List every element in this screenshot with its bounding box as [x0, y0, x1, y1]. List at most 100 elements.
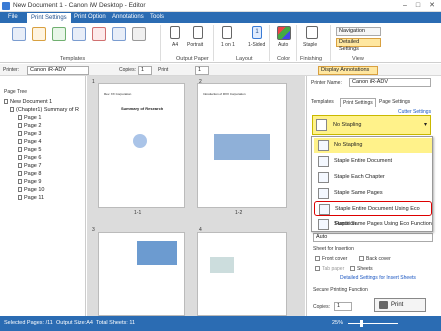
- tree-item-page[interactable]: Page 5: [18, 146, 41, 154]
- copies-input-panel[interactable]: 1: [334, 302, 352, 311]
- template-icon[interactable]: [32, 27, 46, 41]
- printer-name-select[interactable]: Canon iR-ADV: [349, 78, 431, 87]
- tree-item-page[interactable]: Page 1: [18, 114, 41, 122]
- tab-page-settings[interactable]: Page Settings: [379, 99, 410, 105]
- template-icon[interactable]: [92, 27, 106, 41]
- divider: [213, 25, 214, 61]
- menu-item-no-stapling[interactable]: No Stapling: [314, 138, 432, 153]
- print-button[interactable]: Print: [374, 298, 426, 312]
- divider: [269, 25, 270, 61]
- back-cover-checkbox[interactable]: Back cover: [359, 256, 391, 262]
- printer-label: Printer:: [3, 67, 20, 73]
- tree-item-page[interactable]: Page 4: [18, 138, 41, 146]
- page-thumbnail[interactable]: [197, 232, 287, 316]
- tree-item-label: (Chapter1) Summary of R: [16, 107, 79, 113]
- minimize-button[interactable]: –: [400, 1, 410, 10]
- maximize-button[interactable]: □: [413, 1, 423, 10]
- auto-select[interactable]: Auto: [313, 233, 433, 242]
- output-size-status: Output Size:A4: [56, 320, 93, 326]
- chapter-number: 1: [92, 79, 95, 85]
- paper-size-icon[interactable]: [170, 26, 180, 39]
- total-sheets-status: Total Sheets: 11: [96, 320, 136, 326]
- page-icon: [18, 171, 22, 177]
- tree-item-chapter[interactable]: (Chapter1) Summary of R: [10, 106, 79, 114]
- print-side-label[interactable]: 1-Sided: [248, 42, 265, 48]
- tree-item-document[interactable]: New Document 1: [4, 98, 52, 106]
- print-button-label: Print: [391, 302, 404, 308]
- group-label-finishing: Finishing: [300, 56, 323, 62]
- page-icon: [18, 187, 22, 193]
- paper-size-label[interactable]: A4: [172, 42, 178, 48]
- page-icon: [18, 115, 22, 121]
- print-toolbar-button[interactable]: Print: [158, 67, 168, 73]
- pages-per-sheet-icon[interactable]: [222, 26, 232, 39]
- staple-menu: No Stapling Staple Entire Document Stapl…: [311, 136, 433, 232]
- page-icon: [18, 179, 22, 185]
- print-side-icon[interactable]: 1: [252, 26, 262, 39]
- copies-input[interactable]: 1: [138, 66, 152, 75]
- page-icon: [18, 195, 22, 201]
- tab-tools[interactable]: Tools: [146, 12, 168, 23]
- logo-icon: [133, 134, 147, 148]
- template-icon[interactable]: [132, 27, 146, 41]
- orientation-icon[interactable]: [193, 26, 203, 39]
- front-cover-checkbox[interactable]: Front cover: [315, 256, 347, 262]
- menu-item-staple-chapter[interactable]: Staple Each Chapter: [314, 170, 432, 185]
- orientation-label[interactable]: Portrait: [187, 42, 203, 48]
- tree-item-label: Page 5: [24, 147, 42, 153]
- tree-item-page[interactable]: Page 7: [18, 162, 41, 170]
- tree-item-page[interactable]: Page 2: [18, 122, 41, 130]
- page-tree-pane: Page Tree New Document 1 (Chapter1) Summ…: [0, 76, 86, 316]
- sheets-checkbox[interactable]: Sheets: [350, 266, 373, 272]
- template-icon[interactable]: [12, 27, 26, 41]
- tab-print-settings-panel[interactable]: Print Settings: [340, 98, 376, 107]
- tree-item-page[interactable]: Page 8: [18, 170, 41, 178]
- page-thumbnail[interactable]: Introduction of RXX Corporation: [197, 83, 287, 208]
- menu-item-staple-same-pages-eco[interactable]: Staple Same Pages Using Eco Function: [314, 217, 432, 232]
- printer-name-label: Printer Name:: [311, 80, 342, 86]
- template-icon[interactable]: [112, 27, 126, 41]
- staple-dropdown[interactable]: No Stapling ▾: [312, 115, 431, 135]
- tab-annotations[interactable]: Annotations: [108, 12, 148, 23]
- page-icon: [18, 131, 22, 137]
- zoom-slider[interactable]: [348, 323, 398, 324]
- template-icon[interactable]: [52, 27, 66, 41]
- display-annotations-button[interactable]: Display Annotations: [318, 66, 378, 75]
- no-staple-icon: [318, 140, 329, 151]
- ribbon: Templates A4 Portrait Output Paper 1 on …: [0, 23, 441, 63]
- tab-print-option[interactable]: Print Option: [70, 12, 110, 23]
- tree-item-page[interactable]: Page 10: [18, 186, 45, 194]
- detailed-insert-link[interactable]: Detailed Settings for Insert Sheets: [340, 275, 416, 281]
- page-thumbnail[interactable]: [98, 232, 185, 316]
- color-mode-label[interactable]: Auto: [278, 42, 288, 48]
- menu-item-staple-entire-eco[interactable]: Staple Entire Document Using Eco Functio…: [314, 201, 432, 227]
- menu-item-label: Staple Same Pages Using Eco Function: [334, 221, 432, 227]
- close-button[interactable]: ✕: [427, 1, 437, 10]
- zoom-select[interactable]: 1: [195, 66, 209, 75]
- tree-item-page[interactable]: Page 9: [18, 178, 41, 186]
- staple-icon[interactable]: [306, 26, 318, 39]
- sheet-insertion-label: Sheet for Insertion: [313, 246, 354, 252]
- detailed-settings-label: Detailed Settings: [339, 39, 360, 52]
- photo-image: [214, 134, 270, 160]
- tab-paper-checkbox[interactable]: Tab paper: [315, 266, 344, 272]
- tab-file[interactable]: File: [4, 12, 22, 23]
- tree-item-page[interactable]: Page 6: [18, 154, 41, 162]
- secondary-toolbar: Printer: Canon iR-ADV Copies: 1 Print 1 …: [0, 64, 441, 76]
- template-icon[interactable]: [72, 27, 86, 41]
- zoom-slider-handle[interactable]: [360, 320, 363, 327]
- navigation-button[interactable]: Navigation: [336, 27, 381, 36]
- staple-label[interactable]: Staple: [303, 42, 317, 48]
- tree-item-page[interactable]: Page 11: [18, 194, 44, 202]
- pages-per-sheet-label[interactable]: 1 on 1: [221, 42, 235, 48]
- printer-select[interactable]: Canon iR-ADV: [27, 66, 89, 75]
- color-mode-icon[interactable]: [277, 26, 291, 40]
- tab-print-settings[interactable]: Print Settings: [26, 12, 72, 23]
- zoom-level: 25%: [332, 320, 344, 326]
- tab-templates[interactable]: Templates: [311, 99, 334, 105]
- tree-item-page[interactable]: Page 3: [18, 130, 41, 138]
- menu-item-staple-same-pages[interactable]: Staple Same Pages: [314, 186, 432, 201]
- page-thumbnail[interactable]: Rev. XX Corporation Summary of Research: [98, 83, 185, 208]
- detailed-settings-button[interactable]: Detailed Settings: [336, 38, 381, 52]
- menu-item-staple-entire[interactable]: Staple Entire Document: [314, 154, 432, 169]
